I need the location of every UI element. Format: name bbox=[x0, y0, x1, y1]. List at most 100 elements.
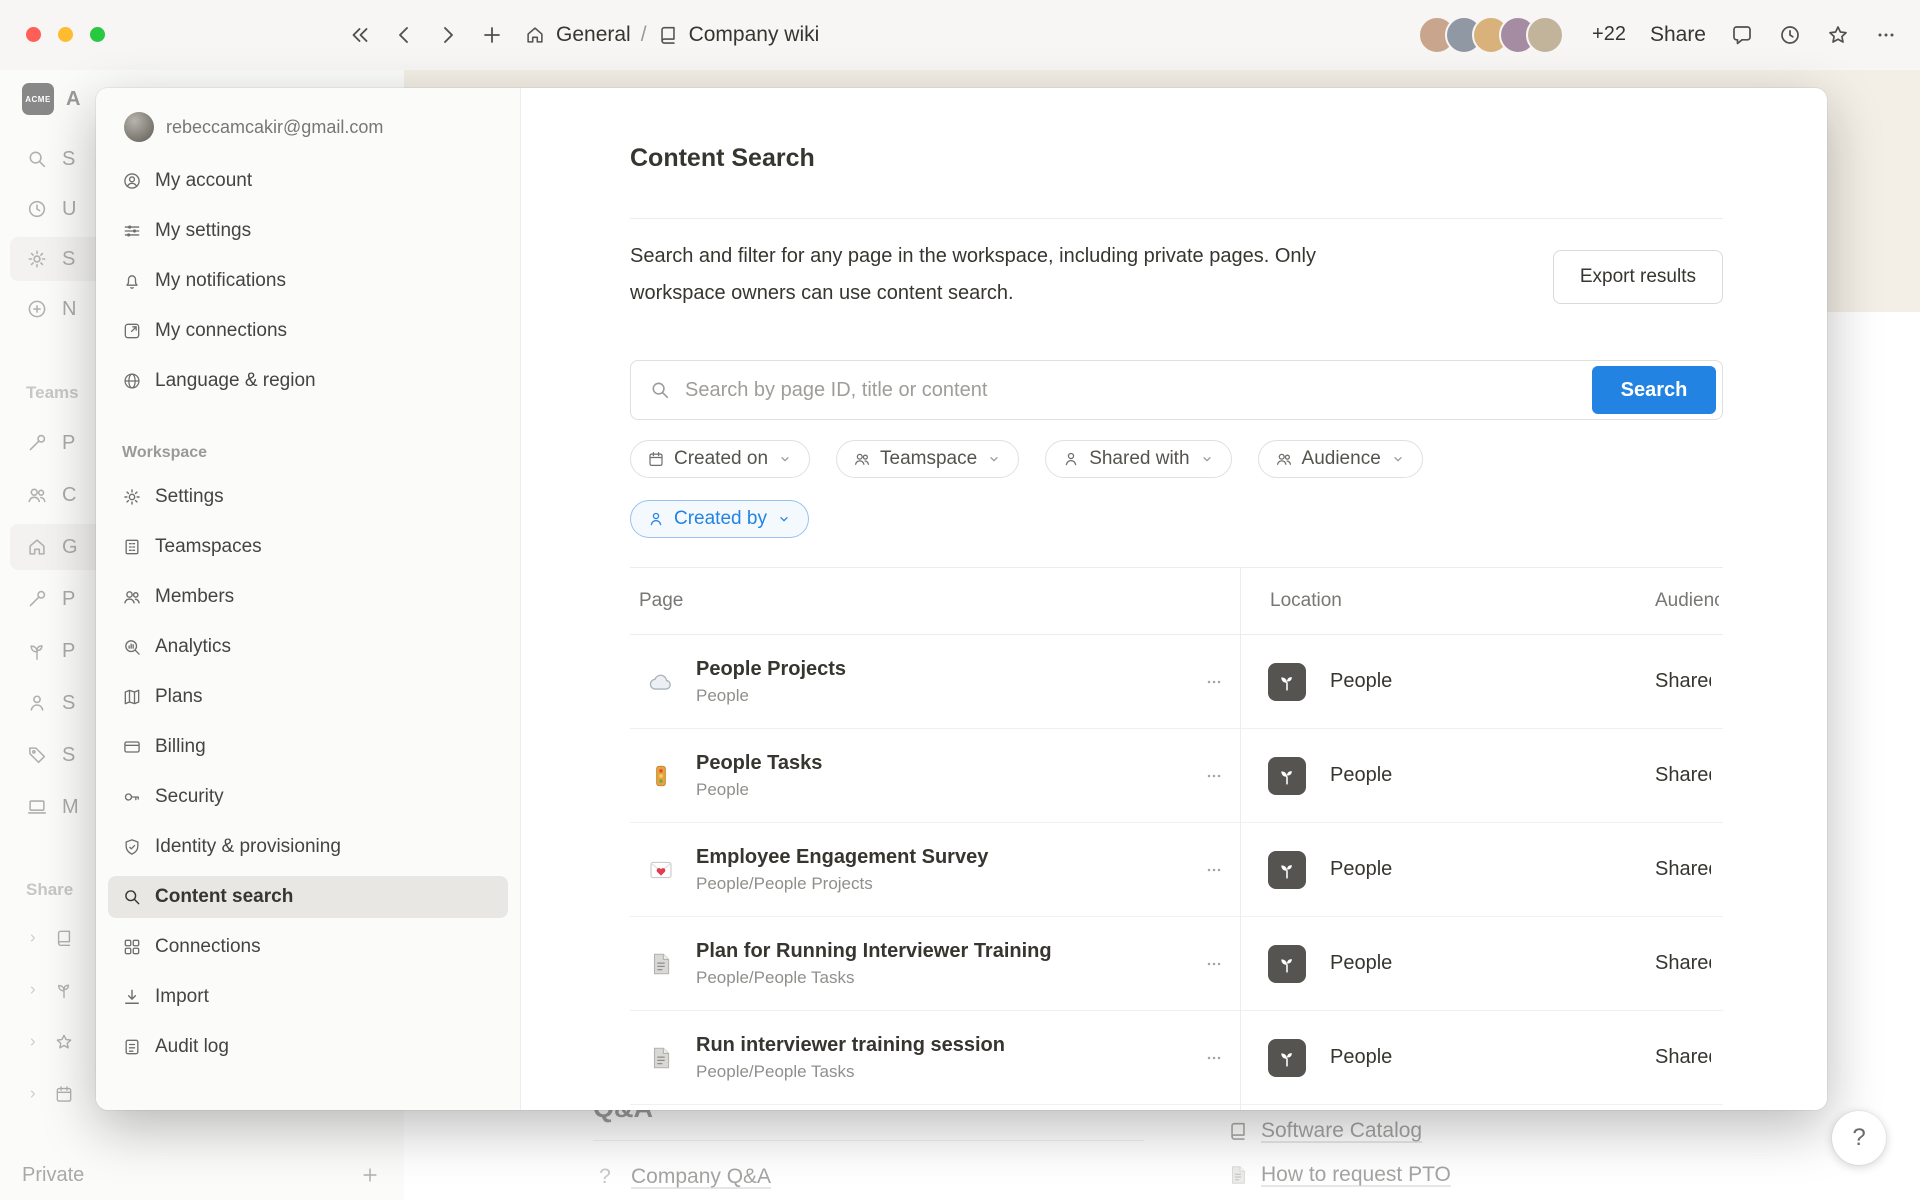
divider bbox=[630, 218, 1723, 219]
nav-item-icon bbox=[122, 737, 142, 757]
settings-nav-item[interactable]: Teamspaces bbox=[108, 526, 508, 568]
search-input[interactable] bbox=[683, 378, 1582, 403]
result-page-title[interactable]: Employee Engagement Survey bbox=[696, 846, 1202, 869]
audience-label: Shared bbox=[1655, 670, 1711, 693]
nav-item-label: Identity & provisioning bbox=[155, 836, 341, 858]
favorite-star-icon[interactable] bbox=[1826, 23, 1850, 47]
column-header-audience: Audience bbox=[1655, 590, 1719, 612]
row-actions-button[interactable] bbox=[1202, 670, 1226, 694]
page-icon bbox=[648, 1045, 674, 1071]
nav-item-icon bbox=[122, 837, 142, 857]
settings-nav-item[interactable]: My connections bbox=[108, 310, 508, 352]
settings-nav-item[interactable]: Billing bbox=[108, 726, 508, 768]
minimize-window-button[interactable] bbox=[58, 27, 73, 42]
more-options-icon[interactable] bbox=[1874, 23, 1898, 47]
audience-label: Shared bbox=[1655, 952, 1711, 975]
table-row[interactable]: Employee Engagement Survey People/People… bbox=[630, 823, 1723, 917]
share-button[interactable]: Share bbox=[1650, 23, 1706, 47]
description-text: Search and filter for any page in the wo… bbox=[630, 238, 1390, 312]
export-results-button[interactable]: Export results bbox=[1553, 250, 1723, 304]
settings-nav-item[interactable]: Members bbox=[108, 576, 508, 618]
chevron-down-icon bbox=[1199, 451, 1215, 467]
help-button[interactable]: ? bbox=[1832, 1111, 1886, 1165]
filter-chip[interactable]: Audience bbox=[1258, 440, 1423, 478]
settings-nav-item[interactable]: Security bbox=[108, 776, 508, 818]
updates-clock-icon[interactable] bbox=[1778, 23, 1802, 47]
audience-label: Shared bbox=[1655, 764, 1711, 787]
settings-nav-item[interactable]: My account bbox=[108, 160, 508, 202]
close-window-button[interactable] bbox=[26, 27, 41, 42]
row-actions-button[interactable] bbox=[1202, 764, 1226, 788]
settings-nav-item[interactable]: Plans bbox=[108, 676, 508, 718]
search-button[interactable]: Search bbox=[1592, 366, 1716, 414]
filter-chip[interactable]: Teamspace bbox=[836, 440, 1019, 478]
nav-item-label: Billing bbox=[155, 736, 206, 758]
settings-nav-item[interactable]: Settings bbox=[108, 476, 508, 518]
nav-item-label: Language & region bbox=[155, 370, 316, 392]
nav-item-icon bbox=[122, 537, 142, 557]
settings-nav-item[interactable]: My notifications bbox=[108, 260, 508, 302]
content-search-panel: Content Search Search and filter for any… bbox=[521, 88, 1827, 1110]
page-title: Content Search bbox=[630, 144, 815, 173]
settings-nav-item[interactable]: Analytics bbox=[108, 626, 508, 668]
column-divider bbox=[1240, 568, 1241, 1110]
location-label: People bbox=[1330, 670, 1392, 693]
nav-item-icon bbox=[122, 687, 142, 707]
settings-nav-item[interactable]: Identity & provisioning bbox=[108, 826, 508, 868]
result-page-title[interactable]: Plan for Running Interviewer Training bbox=[696, 940, 1202, 963]
table-row[interactable]: People Projects People People Shared bbox=[630, 635, 1723, 729]
settings-nav-item[interactable]: Connections bbox=[108, 926, 508, 968]
filter-label: Created by bbox=[674, 508, 767, 530]
member-avatars[interactable] bbox=[1429, 16, 1564, 54]
result-page-title[interactable]: People Projects bbox=[696, 658, 1202, 681]
back-icon[interactable] bbox=[392, 23, 416, 47]
app-window: ACME A S U S bbox=[0, 0, 1920, 1200]
collapse-sidebar-icon[interactable] bbox=[348, 23, 372, 47]
wiki-icon bbox=[657, 24, 679, 46]
filter-label: Created on bbox=[674, 448, 768, 470]
settings-nav-item[interactable]: Language & region bbox=[108, 360, 508, 402]
row-actions-button[interactable] bbox=[1202, 1046, 1226, 1070]
nav-item-icon bbox=[122, 321, 142, 341]
settings-nav-item[interactable]: My settings bbox=[108, 210, 508, 252]
nav-item-icon bbox=[122, 987, 142, 1007]
breadcrumb-page[interactable]: Company wiki bbox=[689, 23, 820, 47]
teamspace-icon bbox=[1268, 663, 1306, 701]
nav-item-icon bbox=[122, 271, 142, 291]
result-page-path: People/People Projects bbox=[696, 874, 1202, 894]
teamspace-icon bbox=[1268, 757, 1306, 795]
user-avatar bbox=[124, 112, 154, 142]
filter-label: Teamspace bbox=[880, 448, 977, 470]
settings-nav-item[interactable]: Audit log bbox=[108, 1026, 508, 1068]
page-icon bbox=[648, 857, 674, 883]
zoom-window-button[interactable] bbox=[90, 27, 105, 42]
nav-item-label: Audit log bbox=[155, 1036, 229, 1058]
avatar-overflow-count[interactable]: +22 bbox=[1592, 23, 1626, 46]
settings-nav-item[interactable]: Import bbox=[108, 976, 508, 1018]
row-actions-button[interactable] bbox=[1202, 858, 1226, 882]
chevron-down-icon bbox=[777, 451, 793, 467]
nav-item-icon bbox=[122, 587, 142, 607]
nav-item-label: Members bbox=[155, 586, 234, 608]
filter-chip-created-by[interactable]: Created by bbox=[630, 500, 809, 538]
forward-icon[interactable] bbox=[436, 23, 460, 47]
breadcrumb-root[interactable]: General bbox=[556, 23, 631, 47]
account-email: rebeccamcakir@gmail.com bbox=[166, 117, 383, 138]
location-label: People bbox=[1330, 858, 1392, 881]
result-page-title[interactable]: Run interviewer training session bbox=[696, 1034, 1202, 1057]
table-row[interactable]: People Tasks People People Shared bbox=[630, 729, 1723, 823]
filter-chip[interactable]: Shared with bbox=[1045, 440, 1231, 478]
row-actions-button[interactable] bbox=[1202, 952, 1226, 976]
person-icon bbox=[647, 510, 665, 528]
nav-item-icon bbox=[122, 1037, 142, 1057]
result-page-title[interactable]: People Tasks bbox=[696, 752, 1202, 775]
location-label: People bbox=[1330, 1046, 1392, 1069]
new-tab-icon[interactable] bbox=[480, 23, 504, 47]
table-row[interactable]: Run interviewer training session People/… bbox=[630, 1011, 1723, 1105]
nav-item-icon bbox=[122, 171, 142, 191]
table-row[interactable]: Plan for Running Interviewer Training Pe… bbox=[630, 917, 1723, 1011]
filter-chip[interactable]: Created on bbox=[630, 440, 810, 478]
comments-icon[interactable] bbox=[1730, 23, 1754, 47]
settings-nav-item[interactable]: Content search bbox=[108, 876, 508, 918]
nav-item-icon bbox=[122, 637, 142, 657]
